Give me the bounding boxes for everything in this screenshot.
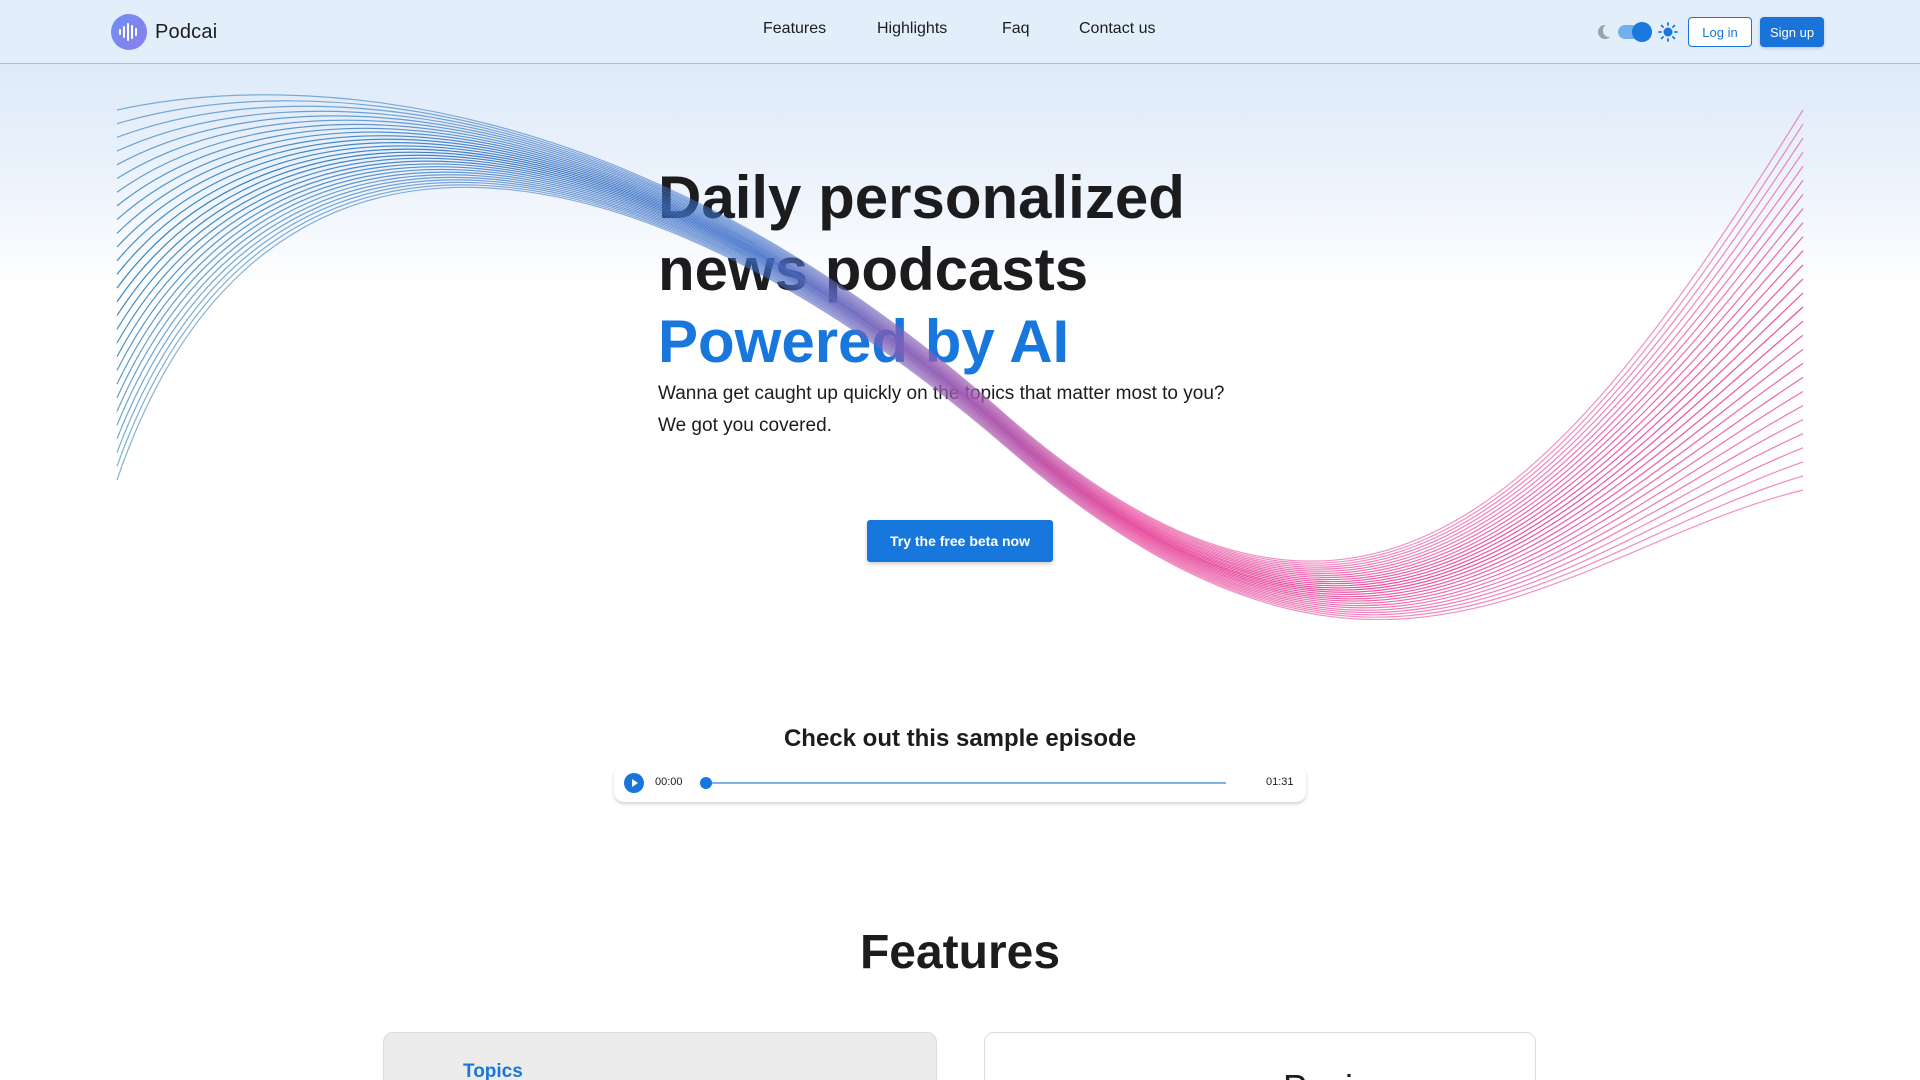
site-header: Podcai Features Highlights Faq Contact u… (0, 0, 1920, 64)
hero-subtitle: Wanna get caught up quickly on the topic… (658, 378, 1358, 442)
hero-title-line2: news podcasts (658, 236, 1089, 303)
audio-player: 00:00 01:31 (614, 766, 1306, 802)
feature-card-topics[interactable]: Topics (383, 1032, 937, 1080)
progress-track[interactable] (706, 782, 1226, 784)
feature-card-title: Topics (463, 1061, 523, 1080)
login-button[interactable]: Log in (1688, 17, 1752, 47)
current-time: 00:00 (655, 776, 683, 788)
hero-subtitle-line2: We got you covered. (658, 415, 832, 436)
feature-card-title: Pacing (1283, 1067, 1393, 1080)
play-icon[interactable] (624, 773, 644, 793)
hero-title-line1: Daily personalized (658, 164, 1185, 231)
hero-subtitle-line1: Wanna get caught up quickly on the topic… (658, 383, 1225, 404)
hero-title-accent: Powered by AI (658, 308, 1070, 375)
signup-button[interactable]: Sign up (1760, 17, 1824, 47)
try-beta-button[interactable]: Try the free beta now (867, 520, 1053, 562)
moon-icon (1598, 24, 1615, 40)
progress-thumb[interactable] (700, 777, 712, 789)
sun-icon (1658, 22, 1678, 42)
feature-card-pacing[interactable]: Pacing (984, 1032, 1536, 1080)
switch-knob (1632, 22, 1652, 42)
features-title: Features (859, 926, 1061, 979)
nav-contact-us[interactable]: Contact us (1079, 20, 1155, 38)
nav-features[interactable]: Features (763, 20, 826, 38)
duration-time: 01:31 (1266, 776, 1294, 788)
nav-faq[interactable]: Faq (1002, 20, 1030, 38)
nav-highlights[interactable]: Highlights (877, 20, 947, 38)
theme-switch[interactable] (1618, 22, 1652, 42)
sample-episode-title: Check out this sample episode (783, 725, 1137, 752)
hero-title: Daily personalized news podcasts Powered… (658, 162, 1378, 378)
theme-toggle[interactable] (1598, 20, 1678, 44)
